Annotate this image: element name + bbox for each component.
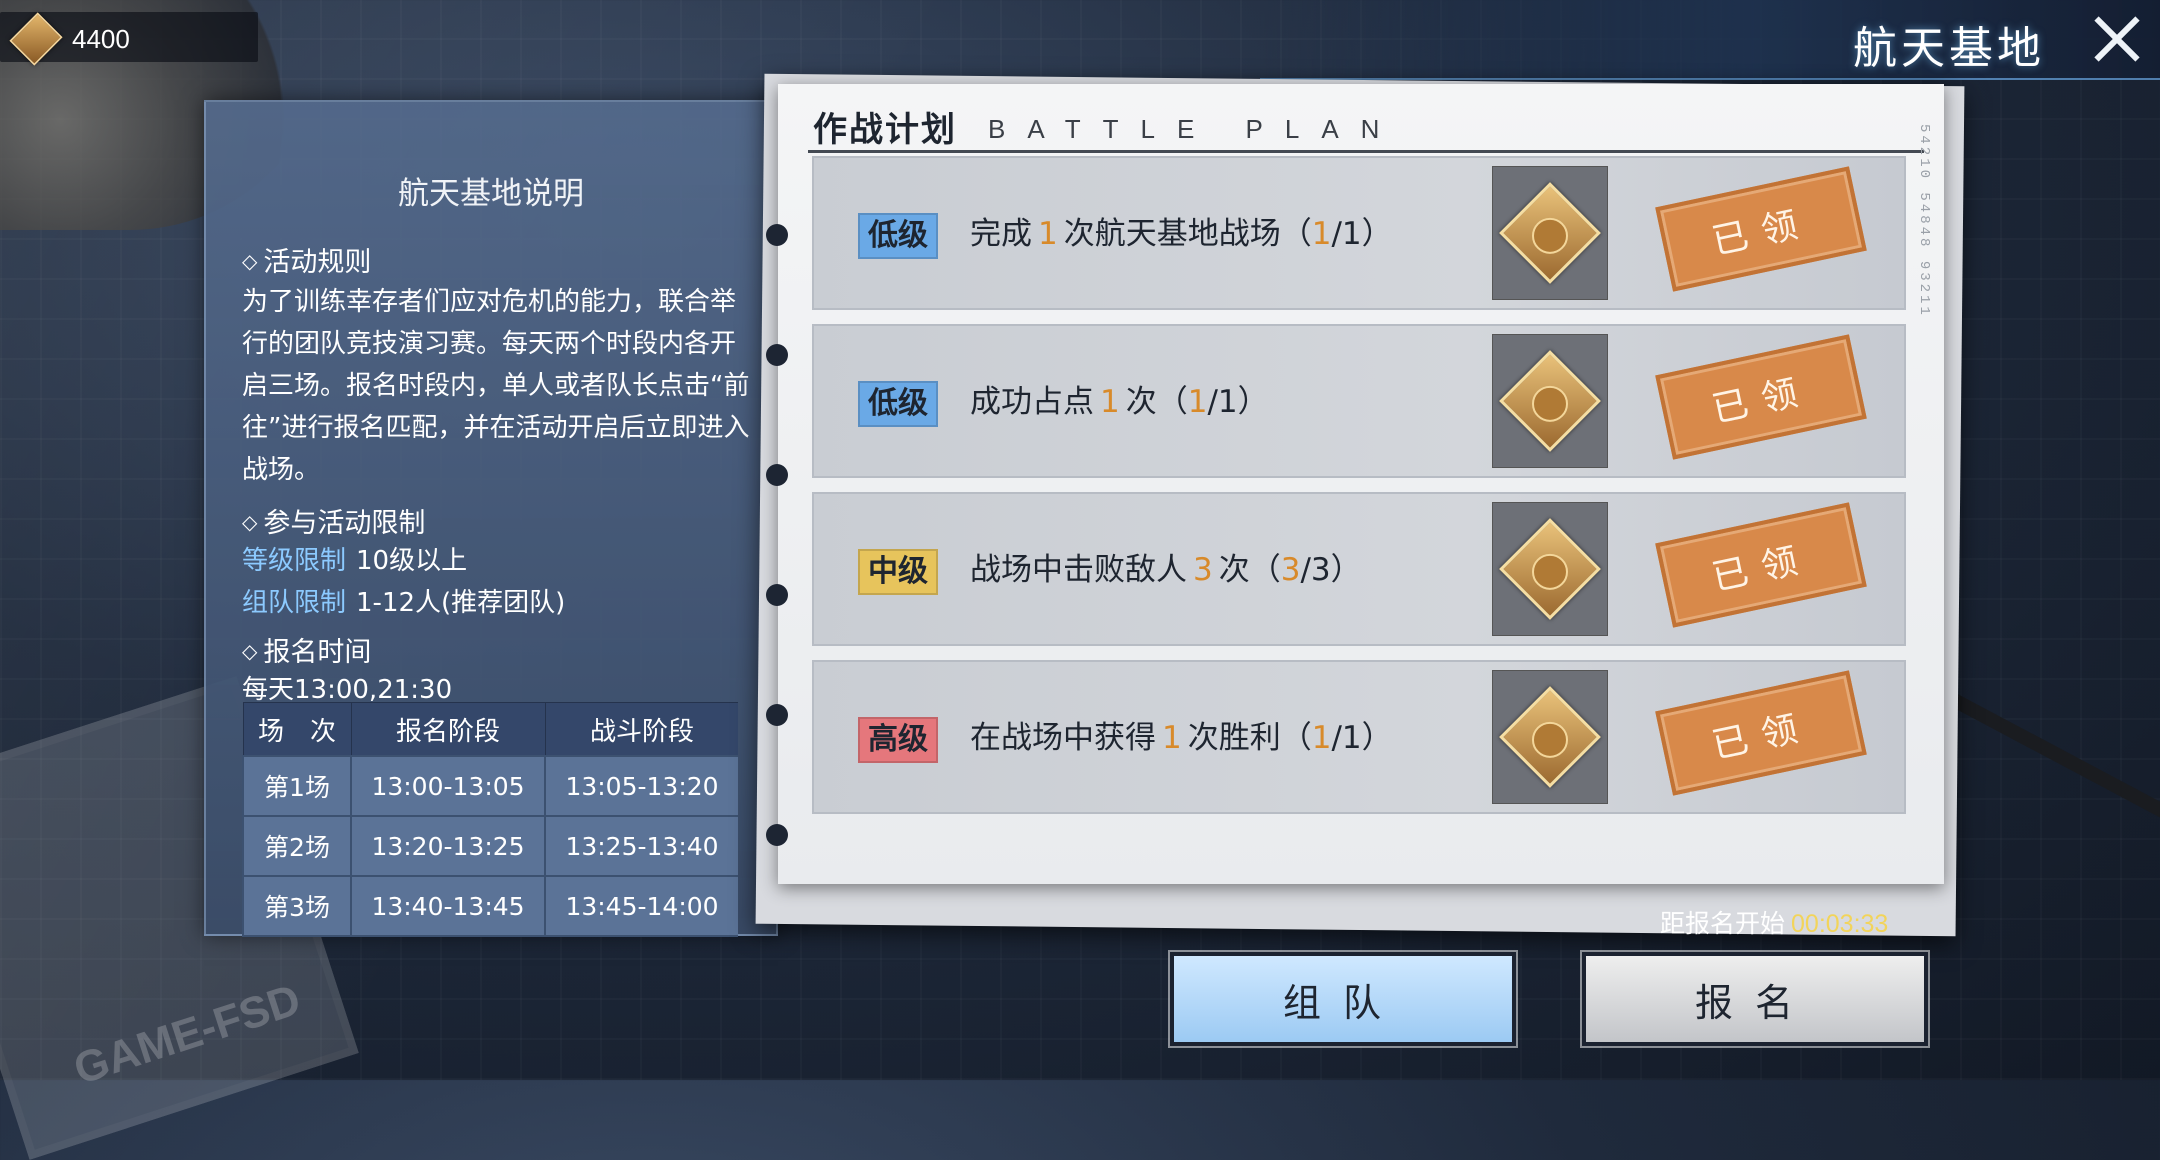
info-title: 航天基地说明 xyxy=(398,176,584,212)
claimed-stamp: 已领 xyxy=(1655,502,1867,628)
task-description: 战场中击败敌人 3 次（3/3） xyxy=(970,552,1362,588)
schedule-table: 场 次 报名阶段 战斗阶段 第1场 13:00-13:05 13:05-13:2… xyxy=(242,702,738,937)
table-cell: 13:45-14:00 xyxy=(544,875,738,937)
task-row: 高级 在战场中获得 1 次胜利（1/1） 已领 xyxy=(812,660,1906,814)
reward-slot[interactable] xyxy=(1492,502,1608,636)
close-icon[interactable] xyxy=(2088,10,2146,68)
task-row: 低级 完成 1 次航天基地战场（1/1） 已领 xyxy=(812,156,1906,310)
task-description: 成功占点 1 次（1/1） xyxy=(970,384,1269,420)
table-cell: 13:25-13:40 xyxy=(544,815,738,877)
reward-slot[interactable] xyxy=(1492,166,1608,300)
rules-heading: ◇ 活动规则 xyxy=(242,247,372,278)
table-cell: 13:05-13:20 xyxy=(544,755,738,817)
task-row: 中级 战场中击败敌人 3 次（3/3） 已领 xyxy=(812,492,1906,646)
table-header-row: 场 次 报名阶段 战斗阶段 xyxy=(242,702,738,757)
task-description: 在战场中获得 1 次胜利（1/1） xyxy=(970,720,1393,756)
difficulty-badge: 低级 xyxy=(858,213,938,259)
table-cell: 13:00-13:05 xyxy=(350,755,546,817)
info-panel: 航天基地说明 ◇ 活动规则 为了训练幸存者们应对危机的能力，联合举行的团队竞技演习… xyxy=(204,100,778,937)
table-header: 报名阶段 xyxy=(350,702,546,757)
table-cell: 第1场 xyxy=(242,755,352,817)
diamond-icon: ◇ xyxy=(242,249,258,273)
difficulty-badge: 高级 xyxy=(858,717,938,763)
table-cell: 第2场 xyxy=(242,815,352,877)
rules-text: 为了训练幸存者们应对危机的能力，联合举行的团队竞技演习赛。每天两个时段内各开启三… xyxy=(242,287,750,485)
shield-medal-icon xyxy=(1499,686,1601,788)
table-cell: 13:40-13:45 xyxy=(350,875,546,937)
shield-medal-icon xyxy=(1499,350,1601,452)
table-header: 战斗阶段 xyxy=(544,702,738,757)
reward-slot[interactable] xyxy=(1492,670,1608,804)
shield-medal-icon xyxy=(1499,182,1601,284)
table-row: 第2场 13:20-13:25 13:25-13:40 xyxy=(242,815,738,877)
countdown-timer: 00:03:33 xyxy=(1791,910,1889,938)
team-button[interactable]: 组队 xyxy=(1170,952,1516,1046)
claimed-stamp: 已领 xyxy=(1655,334,1867,460)
table-row: 第1场 13:00-13:05 13:05-13:20 xyxy=(242,755,738,817)
table-cell: 13:20-13:25 xyxy=(350,815,546,877)
claimed-stamp: 已领 xyxy=(1655,670,1867,796)
shield-medal-icon xyxy=(1499,518,1601,620)
signup-heading: ◇ 报名时间 xyxy=(242,637,372,668)
currency-amount: 4400 xyxy=(72,24,130,54)
difficulty-badge: 中级 xyxy=(858,549,938,595)
signup-button[interactable]: 报名 xyxy=(1582,952,1928,1046)
schedule-table-scroll[interactable]: 场 次 报名阶段 战斗阶段 第1场 13:00-13:05 13:05-13:2… xyxy=(242,702,738,992)
table-cell: 第3场 xyxy=(242,875,352,937)
table-row: 第3场 13:40-13:45 13:45-14:00 xyxy=(242,875,738,937)
limits-heading: ◇ 参与活动限制 xyxy=(242,508,426,539)
paper-code: 54210 54848 93211 xyxy=(1916,124,1932,318)
page-title: 航天基地 xyxy=(1853,23,2045,74)
diamond-icon: ◇ xyxy=(242,639,258,663)
task-description: 完成 1 次航天基地战场（1/1） xyxy=(970,216,1393,252)
battle-plan-sheet: 作战计划 BATTLE PLAN 54210 54848 93211 低级 完成… xyxy=(766,84,1944,884)
reward-slot[interactable] xyxy=(1492,334,1608,468)
team-limit: 组队限制 1-12人(推荐团队) xyxy=(242,588,566,618)
signup-countdown: 距报名开始 00:03:33 xyxy=(1660,909,1889,938)
task-row: 低级 成功占点 1 次（1/1） 已领 xyxy=(812,324,1906,478)
plan-subtitle: BATTLE PLAN xyxy=(988,114,1402,144)
info-body: ◇ 活动规则 为了训练幸存者们应对危机的能力，联合举行的团队竞技演习赛。每天两个时… xyxy=(242,236,752,717)
claimed-stamp: 已领 xyxy=(1655,166,1867,292)
difficulty-badge: 低级 xyxy=(858,381,938,427)
title-divider xyxy=(808,150,1924,153)
diamond-icon: ◇ xyxy=(242,510,258,534)
table-header: 场 次 xyxy=(242,702,352,757)
title-bar: 航天基地 xyxy=(1260,0,2160,80)
plan-title: 作战计划 xyxy=(813,110,957,150)
level-limit: 等级限制 10级以上 xyxy=(242,546,468,576)
